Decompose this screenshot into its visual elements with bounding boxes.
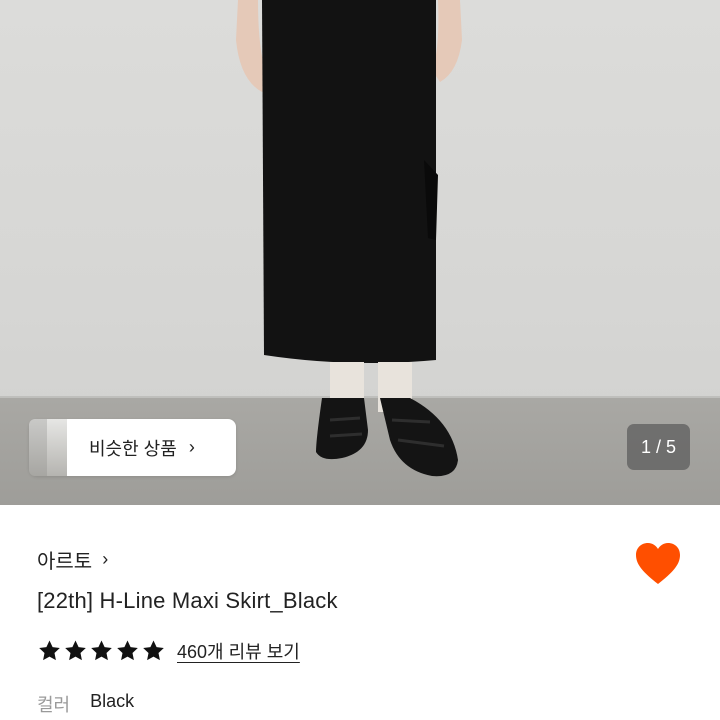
star-icon xyxy=(143,640,164,661)
star-icon xyxy=(65,640,86,661)
heart-icon[interactable] xyxy=(634,542,682,586)
similar-products-button[interactable]: 비슷한 상품 › xyxy=(29,419,236,476)
color-option: 컬러 Black xyxy=(37,691,134,717)
star-icon xyxy=(39,640,60,661)
brand-name: 아르토 xyxy=(37,551,93,573)
image-counter: 1 / 5 xyxy=(627,424,690,470)
product-title: [22th] H-Line Maxi Skirt_Black xyxy=(37,588,338,613)
similar-thumbnails xyxy=(29,419,69,476)
star-rating xyxy=(37,639,167,663)
chevron-right-icon: › xyxy=(102,549,109,569)
chevron-right-icon: › xyxy=(188,437,195,457)
similar-products-label: 비슷한 상품 xyxy=(89,438,177,459)
rating-row: 460개 리뷰 보기 xyxy=(37,638,300,664)
option-label: 컬러 xyxy=(37,695,71,715)
reviews-link[interactable]: 460개 리뷰 보기 xyxy=(177,638,300,664)
star-icon xyxy=(117,640,138,661)
brand-link[interactable]: 아르토 › xyxy=(37,545,108,574)
star-icon xyxy=(91,640,112,661)
option-value: Black xyxy=(90,691,135,711)
product-image[interactable]: 비슷한 상품 › 1 / 5 xyxy=(0,0,720,505)
